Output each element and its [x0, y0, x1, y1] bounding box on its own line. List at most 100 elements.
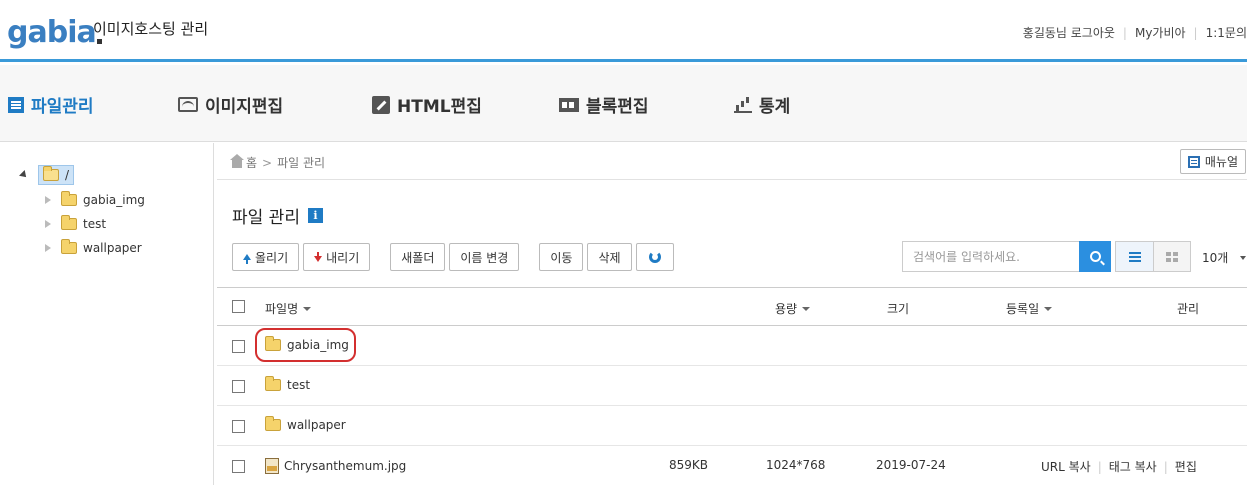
new-folder-button[interactable]: 새폴더	[390, 243, 446, 271]
file-name-cell[interactable]: test	[265, 376, 311, 392]
nav-html-edit[interactable]: HTML편집	[372, 92, 482, 117]
tree-item-gabia-img[interactable]: gabia_img	[45, 191, 145, 207]
table-row[interactable]: Chrysanthemum.jpg 859KB 1024*768 2019-07…	[217, 446, 1247, 485]
arrow-up-icon	[243, 254, 251, 264]
table-row[interactable]: wallpaper	[217, 406, 1247, 446]
chevron-down-icon	[1240, 255, 1247, 260]
page-title-text: 파일 관리	[232, 208, 300, 228]
column-dimensions: 크기	[887, 300, 909, 317]
file-name-cell[interactable]: Chrysanthemum.jpg	[265, 458, 406, 474]
breadcrumb-home[interactable]: 홈	[246, 154, 257, 171]
file-list-icon	[8, 96, 24, 113]
top-links: 홍길동님 로그아웃 | My가비아 | 1:1문의	[1023, 24, 1247, 41]
folder-tree: / gabia_img test wallpaper	[0, 143, 214, 485]
sort-down-icon	[1044, 306, 1053, 311]
copy-url-link[interactable]: URL 복사	[1041, 458, 1091, 475]
column-manage: 관리	[1177, 300, 1199, 317]
search-input[interactable]	[902, 241, 1079, 272]
pen-icon	[372, 95, 390, 114]
file-name: gabia_img	[287, 338, 349, 352]
nav-image-edit[interactable]: 이미지편집	[178, 92, 283, 117]
upload-button[interactable]: 올리기	[232, 243, 300, 271]
nav-file-manage[interactable]: 파일관리	[8, 92, 94, 117]
breadcrumb-current: 파일 관리	[277, 156, 326, 170]
download-button[interactable]: 내리기	[303, 243, 371, 271]
file-name-cell[interactable]: wallpaper	[265, 416, 346, 432]
app-title: 이미지호스팅 관리	[93, 20, 209, 38]
nav-label: 파일관리	[31, 97, 94, 117]
per-page-select[interactable]: 10개	[1202, 249, 1247, 266]
search-button[interactable]	[1079, 241, 1111, 272]
breadcrumb: 홈 > 파일 관리	[230, 154, 326, 171]
file-name: Chrysanthemum.jpg	[284, 459, 407, 473]
row-checkbox[interactable]	[232, 380, 245, 393]
logo-dot	[96, 39, 102, 44]
breadcrumb-separator: >	[262, 155, 273, 170]
my-gabia-link[interactable]: My가비아	[1135, 24, 1186, 41]
column-date[interactable]: 등록일	[1006, 300, 1053, 317]
tree-item-wallpaper[interactable]: wallpaper	[45, 239, 142, 255]
file-name-cell[interactable]: gabia_img	[265, 336, 349, 352]
nav-stats[interactable]: 통계	[734, 92, 790, 117]
table-row[interactable]: test	[217, 366, 1247, 406]
download-label: 내리기	[326, 250, 360, 265]
link-separator: |	[1122, 25, 1127, 40]
expand-arrow-icon[interactable]	[45, 244, 51, 252]
list-view-icon	[1128, 255, 1141, 258]
info-icon[interactable]: i	[307, 208, 323, 223]
select-all-checkbox[interactable]	[232, 300, 245, 313]
expand-arrow-icon[interactable]	[45, 196, 51, 204]
file-name: wallpaper	[287, 418, 346, 432]
copy-tag-link[interactable]: 태그 복사	[1109, 458, 1157, 475]
gabia-logo[interactable]: gabia	[7, 14, 102, 48]
manual-button[interactable]: 매뉴얼	[1179, 149, 1246, 174]
tree-item-label: wallpaper	[83, 241, 142, 255]
content-area: 홈 > 파일 관리 매뉴얼 파일 관리 i 올리기 내리기 새폴더 이름 변경 …	[217, 143, 1247, 485]
move-button[interactable]: 이동	[539, 243, 584, 271]
image-icon	[178, 97, 198, 112]
folder-icon	[61, 191, 77, 206]
sort-down-icon	[802, 306, 811, 311]
row-checkbox[interactable]	[232, 420, 245, 433]
file-size: 859KB	[669, 458, 709, 472]
inquiry-link[interactable]: 1:1문의	[1206, 24, 1247, 41]
nav-block-edit[interactable]: 블록편집	[559, 92, 649, 117]
refresh-button[interactable]	[635, 243, 674, 271]
list-view-button[interactable]	[1116, 242, 1153, 271]
column-label: 관리	[1177, 302, 1200, 316]
row-actions: URL 복사 | 태그 복사 | 편집	[1041, 458, 1197, 475]
tree-root-selected[interactable]: /	[38, 165, 75, 185]
folder-icon	[265, 376, 281, 391]
tree-item-label: test	[83, 217, 107, 231]
expand-arrow-icon[interactable]	[45, 220, 51, 228]
file-name: test	[287, 378, 311, 392]
manual-button-label: 매뉴얼	[1204, 155, 1238, 169]
upload-label: 올리기	[255, 250, 289, 265]
table-row[interactable]: gabia_img	[217, 326, 1247, 366]
column-size[interactable]: 용량	[775, 300, 811, 317]
delete-button[interactable]: 삭제	[587, 243, 632, 271]
grid-view-button[interactable]	[1153, 242, 1190, 271]
nav-label: HTML편집	[397, 97, 482, 117]
file-toolbar: 올리기 내리기 새폴더 이름 변경 이동 삭제	[232, 243, 678, 271]
link-separator: |	[1193, 25, 1198, 40]
logout-link[interactable]: 홍길동님 로그아웃	[1023, 24, 1115, 41]
grid-view-icon	[1166, 251, 1171, 256]
row-checkbox[interactable]	[232, 340, 245, 353]
file-dimensions: 1024*768	[766, 458, 826, 472]
row-checkbox[interactable]	[232, 460, 245, 473]
jpg-file-icon	[265, 458, 279, 474]
search-box	[902, 241, 1111, 272]
column-name[interactable]: 파일명	[265, 300, 312, 317]
collapse-arrow-icon[interactable]	[19, 170, 29, 180]
sort-down-icon	[303, 306, 312, 311]
nav-label: 통계	[759, 97, 791, 117]
edit-link[interactable]: 편집	[1175, 458, 1197, 475]
nav-label: 이미지편집	[205, 97, 284, 117]
rename-button[interactable]: 이름 변경	[449, 243, 520, 271]
top-header: gabia 이미지호스팅 관리 홍길동님 로그아웃 | My가비아 | 1:1문…	[0, 0, 1247, 62]
arrow-down-icon	[314, 252, 323, 262]
tree-root[interactable]: /	[19, 165, 75, 185]
tree-item-test[interactable]: test	[45, 215, 107, 231]
folder-icon	[265, 416, 281, 431]
